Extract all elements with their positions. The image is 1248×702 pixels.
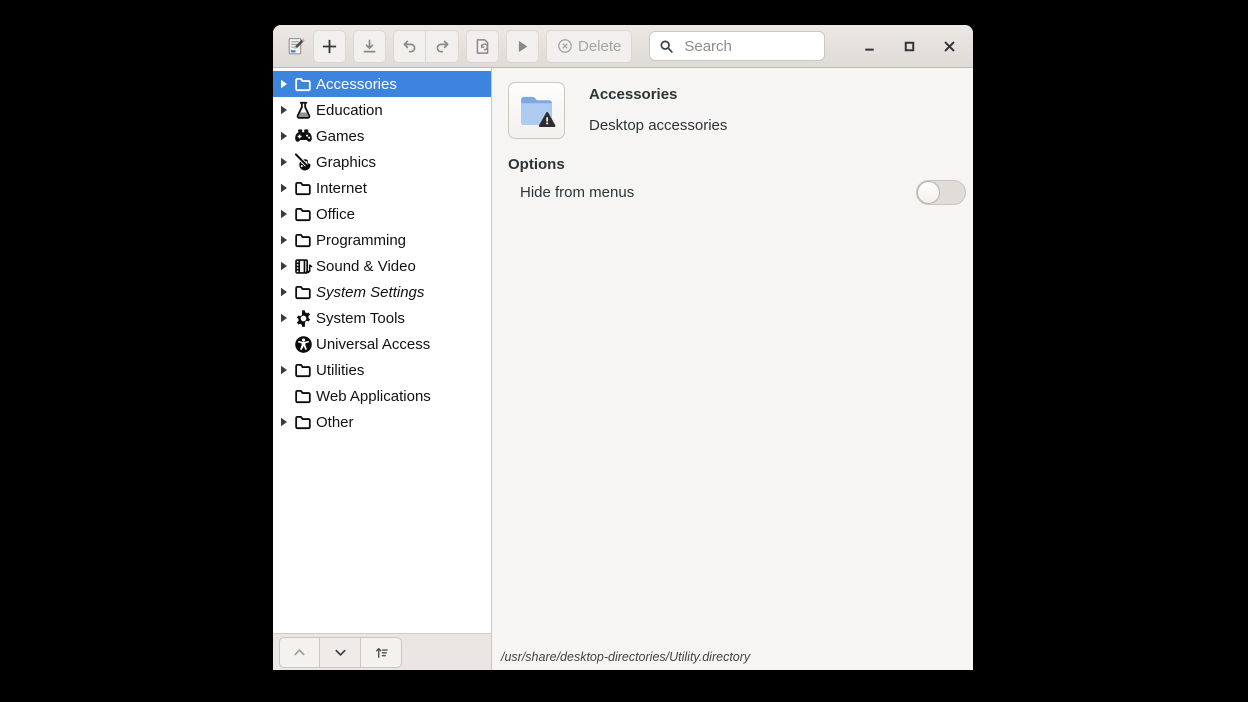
tree-row[interactable]: Office <box>273 201 491 227</box>
expander-arrow-icon[interactable] <box>280 209 293 219</box>
tree-row[interactable]: Education <box>273 97 491 123</box>
move-down-button[interactable] <box>320 637 361 668</box>
undo-button[interactable] <box>393 30 426 63</box>
sort-button[interactable] <box>361 637 402 668</box>
close-button[interactable] <box>938 35 960 57</box>
category-icon <box>293 205 313 224</box>
tree-row[interactable]: Accessories <box>273 71 491 97</box>
expander-arrow-icon[interactable] <box>280 183 293 193</box>
category-icon <box>293 127 313 146</box>
tree-row[interactable]: System Settings <box>273 279 491 305</box>
tree-row[interactable]: Games <box>273 123 491 149</box>
delete-button-label: Delete <box>578 38 621 55</box>
minimize-button[interactable] <box>858 35 880 57</box>
add-button[interactable] <box>313 30 346 63</box>
category-label: Office <box>316 206 355 223</box>
chevron-up-icon <box>292 645 307 660</box>
execute-button[interactable] <box>506 30 539 63</box>
expander-arrow-icon[interactable] <box>280 313 293 323</box>
folder-warning-icon <box>516 90 557 131</box>
category-label: Sound & Video <box>316 258 416 275</box>
category-icon <box>293 179 313 198</box>
category-icon <box>293 153 313 172</box>
search-box[interactable] <box>649 31 825 61</box>
expander-arrow-icon[interactable] <box>280 79 293 89</box>
options-heading: Options <box>508 156 966 173</box>
expander-arrow-icon[interactable] <box>280 157 293 167</box>
category-icon <box>293 361 313 380</box>
details-panel: Accessories Desktop accessories Options … <box>492 68 973 670</box>
category-icon <box>293 335 313 354</box>
expander-arrow-icon[interactable] <box>280 131 293 141</box>
directory-subtitle: Desktop accessories <box>589 117 727 134</box>
expander-arrow-icon[interactable] <box>280 365 293 375</box>
tree-row[interactable]: Utilities <box>273 357 491 383</box>
category-icon <box>293 283 313 302</box>
tree-row[interactable]: Sound & Video <box>273 253 491 279</box>
category-icon <box>293 413 313 432</box>
expander-arrow-icon[interactable] <box>280 105 293 115</box>
tree-row[interactable]: Graphics <box>273 149 491 175</box>
category-label: Utilities <box>316 362 364 379</box>
category-icon <box>293 75 313 94</box>
category-label: System Settings <box>316 284 424 301</box>
directory-icon-button[interactable] <box>508 82 565 139</box>
move-up-button[interactable] <box>279 637 320 668</box>
delete-button[interactable]: Delete <box>546 30 632 63</box>
window-controls <box>858 35 963 57</box>
revert-button[interactable] <box>466 30 499 63</box>
category-label: Graphics <box>316 154 376 171</box>
category-label: Web Applications <box>316 388 431 405</box>
search-input[interactable] <box>682 37 815 56</box>
sort-ascending-icon <box>374 645 389 660</box>
hide-from-menus-toggle[interactable] <box>916 180 966 205</box>
save-button[interactable] <box>353 30 386 63</box>
maximize-button[interactable] <box>898 35 920 57</box>
tree-row[interactable]: Internet <box>273 175 491 201</box>
category-label: Other <box>316 414 354 431</box>
category-icon <box>293 309 313 328</box>
app-icon <box>284 35 306 57</box>
category-label: Universal Access <box>316 336 430 353</box>
category-label: System Tools <box>316 310 405 327</box>
category-label: Internet <box>316 180 367 197</box>
expander-arrow-icon[interactable] <box>280 417 293 427</box>
directory-title: Accessories <box>589 86 727 103</box>
category-tree-pane: Accessories Education Games Graphics Int… <box>273 68 492 670</box>
tree-row[interactable]: Universal Access <box>273 331 491 357</box>
tree-row[interactable]: System Tools <box>273 305 491 331</box>
hide-from-menus-label: Hide from menus <box>520 184 916 201</box>
delete-circle-icon <box>557 38 573 54</box>
header-bar: Delete <box>273 25 973 68</box>
chevron-down-icon <box>333 645 348 660</box>
expander-arrow-icon[interactable] <box>280 235 293 245</box>
tree-row[interactable]: Web Applications <box>273 383 491 409</box>
category-icon <box>293 231 313 250</box>
category-icon <box>293 257 313 276</box>
category-icon <box>293 101 313 120</box>
status-path: /usr/share/desktop-directories/Utility.d… <box>501 650 750 664</box>
expander-arrow-icon[interactable] <box>280 287 293 297</box>
category-label: Games <box>316 128 364 145</box>
search-icon <box>659 39 674 54</box>
category-label: Education <box>316 102 383 119</box>
tree-row[interactable]: Other <box>273 409 491 435</box>
category-label: Accessories <box>316 76 397 93</box>
expander-arrow-icon[interactable] <box>280 261 293 271</box>
category-label: Programming <box>316 232 406 249</box>
redo-button[interactable] <box>426 30 459 63</box>
tree-footer-toolbar <box>273 633 491 670</box>
category-icon <box>293 387 313 406</box>
category-tree: Accessories Education Games Graphics Int… <box>273 68 491 633</box>
tree-row[interactable]: Programming <box>273 227 491 253</box>
menu-editor-window: Delete Accessories Education <box>273 25 973 670</box>
toggle-knob <box>917 181 940 204</box>
